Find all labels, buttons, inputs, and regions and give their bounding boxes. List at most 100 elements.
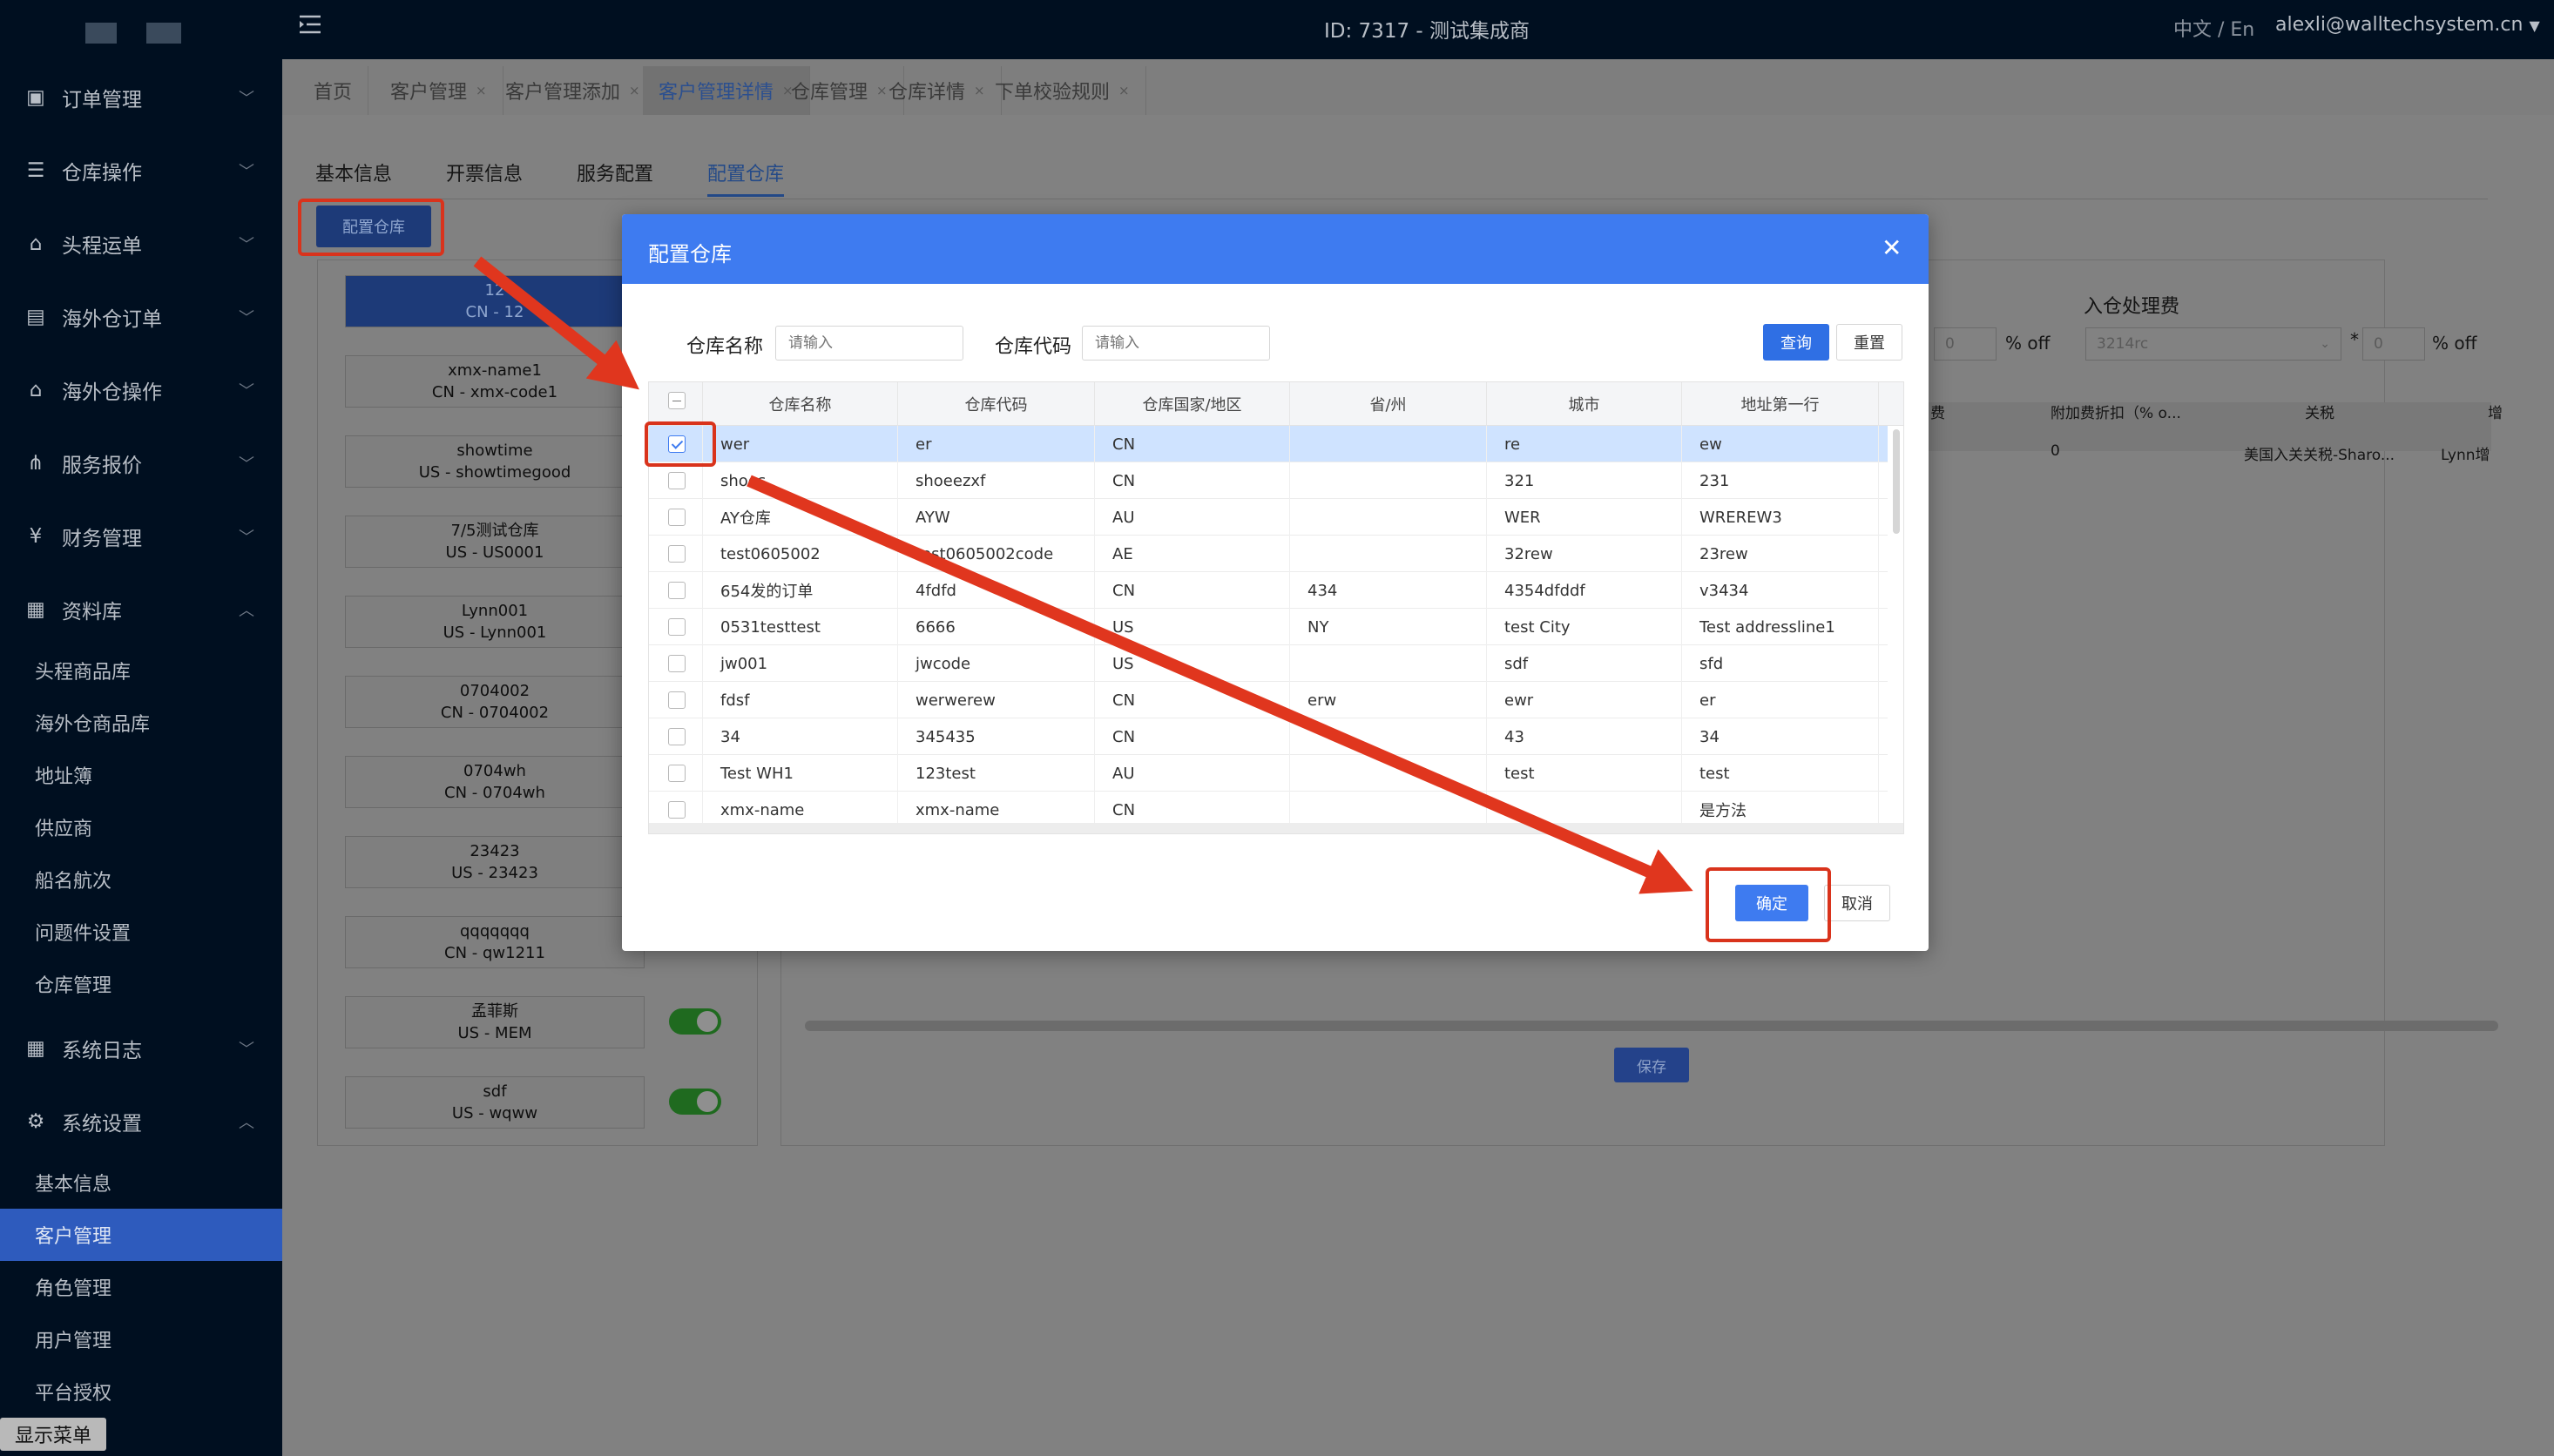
sidebar-item-5[interactable]: ⋔ 服务报价 ﹀ bbox=[0, 427, 282, 500]
table-row[interactable]: wer er CN re ew bbox=[649, 426, 1888, 462]
save-button[interactable]: 保存 bbox=[1614, 1048, 1689, 1082]
row-checkbox[interactable] bbox=[668, 472, 686, 489]
tab-1[interactable]: 客户管理 × bbox=[375, 66, 503, 115]
row-checkbox-cell bbox=[649, 755, 703, 792]
warehouse-card-code: CN - xmx-code1 bbox=[431, 383, 558, 401]
warehouse-card[interactable]: 0704002 CN - 0704002 bbox=[345, 676, 645, 728]
sidebar-subitem-settings-2[interactable]: 角色管理 bbox=[0, 1261, 282, 1313]
sidebar-item-0[interactable]: ▣ 订单管理 ﹀ bbox=[0, 61, 282, 134]
close-icon[interactable]: ✕ bbox=[1882, 233, 1902, 262]
menu-toggle-icon[interactable] bbox=[298, 14, 322, 35]
warehouse-card[interactable]: showtime US - showtimegood bbox=[345, 435, 645, 488]
chevron-down-icon: ﹀ bbox=[239, 1041, 254, 1059]
sidebar-item-label: 财务管理 bbox=[62, 528, 142, 550]
table-cell: AYW bbox=[898, 499, 1095, 536]
table-row[interactable]: Test WH1 123test AU test test bbox=[649, 755, 1888, 792]
row-checkbox[interactable] bbox=[668, 655, 686, 672]
fee-select[interactable]: 3214rc ⌄ bbox=[2085, 327, 2341, 361]
table-row[interactable]: AY仓库 AYW AU WER WREREW3 bbox=[649, 499, 1888, 536]
sidebar-subitem-resource-4[interactable]: 船名航次 bbox=[0, 853, 282, 906]
subtab-basic-info[interactable]: 基本信息 bbox=[315, 158, 392, 186]
sidebar-item-label: 资料库 bbox=[62, 601, 122, 624]
row-checkbox[interactable] bbox=[668, 618, 686, 636]
subtab-service[interactable]: 服务配置 bbox=[577, 158, 653, 186]
table-horizontal-scrollbar[interactable] bbox=[649, 823, 1903, 833]
user-menu[interactable]: alexli@walltechsystem.cn ▼ bbox=[2275, 14, 2540, 36]
sidebar-subitem-resource-5[interactable]: 问题件设置 bbox=[0, 906, 282, 958]
discount-input-1[interactable]: 0 bbox=[1934, 327, 1997, 361]
tab-0[interactable]: 首页 bbox=[298, 66, 369, 115]
table-row[interactable]: 654发的订单 4fdfd CN 434 4354dfddf v3434 bbox=[649, 572, 1888, 609]
row-checkbox[interactable] bbox=[668, 765, 686, 782]
sidebar-subitem-resource-3[interactable]: 供应商 bbox=[0, 801, 282, 853]
warehouse-card[interactable]: 7/5测试仓库 US - US0001 bbox=[345, 516, 645, 568]
warehouse-card[interactable]: xmx-name1 CN - xmx-code1 bbox=[345, 355, 645, 408]
tab-6[interactable]: 下单校验规则 × bbox=[979, 66, 1146, 115]
close-icon[interactable]: × bbox=[629, 83, 640, 98]
table-row[interactable]: jw001 jwcode US sdf sfd bbox=[649, 645, 1888, 682]
sidebar-subitem-resource-2[interactable]: 地址簿 bbox=[0, 749, 282, 801]
vertical-scrollbar[interactable] bbox=[1893, 429, 1900, 534]
home-icon: ⌂ bbox=[29, 379, 43, 401]
sidebar-item-system-log[interactable]: ▦ 系统日志 ﹀ bbox=[0, 1012, 282, 1085]
sidebar-item-6[interactable]: ¥ 财务管理 ﹀ bbox=[0, 500, 282, 573]
topbar: ID: 7317 - 测试集成商 中文 / En alexli@walltech… bbox=[282, 0, 2554, 59]
sidebar: ▣ 订单管理 ﹀ ☰ 仓库操作 ﹀ ⌂ 头程运单 ﹀ ▤ 海外仓订单 ﹀ ⌂ 海外仓操作 ﹀ ⋔ 服务报价 ﹀ ¥ 财… bbox=[0, 0, 282, 1456]
sidebar-subitem-settings-0[interactable]: 基本信息 bbox=[0, 1156, 282, 1209]
row-checkbox[interactable] bbox=[668, 691, 686, 709]
table-row[interactable]: test0605002 test0605002code AE 32rew 23rew bbox=[649, 536, 1888, 572]
sidebar-item-7[interactable]: ▦ 资料库 ︿ bbox=[0, 573, 282, 646]
table-row[interactable]: shoes shoeezxf CN 321 231 bbox=[649, 462, 1888, 499]
close-icon[interactable]: × bbox=[1118, 83, 1130, 98]
language-switch[interactable]: 中文 / En bbox=[2173, 14, 2254, 42]
warehouse-name-input[interactable] bbox=[775, 326, 963, 361]
subtab-invoice[interactable]: 开票信息 bbox=[446, 158, 523, 186]
enable-toggle[interactable] bbox=[669, 1089, 721, 1115]
sidebar-subitem-settings-1[interactable]: 客户管理 bbox=[0, 1209, 282, 1261]
row-checkbox[interactable] bbox=[668, 801, 686, 819]
warehouse-card[interactable]: 12 CN - 12 bbox=[345, 275, 645, 327]
warehouse-card[interactable]: Lynn001 US - Lynn001 bbox=[345, 596, 645, 648]
warehouse-card[interactable]: qqqqqqq CN - qw1211 bbox=[345, 916, 645, 968]
sidebar-item-4[interactable]: ⌂ 海外仓操作 ﹀ bbox=[0, 354, 282, 427]
horizontal-scrollbar[interactable] bbox=[805, 1021, 2498, 1031]
reset-button[interactable]: 重置 bbox=[1836, 324, 1902, 361]
warehouse-code-input[interactable] bbox=[1082, 326, 1270, 361]
row-checkbox-cell bbox=[649, 499, 703, 536]
query-button[interactable]: 查询 bbox=[1763, 324, 1829, 361]
sidebar-subitem-settings-4[interactable]: 平台授权 bbox=[0, 1365, 282, 1418]
warehouse-card[interactable]: 23423 US - 23423 bbox=[345, 836, 645, 888]
sidebar-subitem-resource-6[interactable]: 仓库管理 bbox=[0, 958, 282, 1010]
cancel-button[interactable]: 取消 bbox=[1824, 885, 1890, 921]
sidebar-item-system-settings[interactable]: ⚙ 系统设置 ︿ bbox=[0, 1085, 282, 1158]
discount-input-2[interactable]: 0 bbox=[2362, 327, 2425, 361]
sidebar-item-2[interactable]: ⌂ 头程运单 ﹀ bbox=[0, 207, 282, 280]
table-cell: 34 bbox=[1682, 718, 1879, 755]
chevron-down-icon: ﹀ bbox=[239, 163, 254, 181]
sidebar-subitem-resource-0[interactable]: 头程商品库 bbox=[0, 644, 282, 697]
tab-label: 首页 bbox=[314, 82, 353, 104]
row-checkbox[interactable] bbox=[668, 582, 686, 599]
warehouse-card[interactable]: 孟菲斯 US - MEM bbox=[345, 996, 645, 1048]
close-icon[interactable]: × bbox=[476, 83, 487, 98]
row-checkbox[interactable] bbox=[668, 728, 686, 745]
table-cell bbox=[1290, 536, 1487, 572]
sidebar-item-1[interactable]: ☰ 仓库操作 ﹀ bbox=[0, 134, 282, 207]
subtab-config-warehouse[interactable]: 配置仓库 bbox=[707, 158, 785, 197]
warehouse-card[interactable]: sdf US - wqww bbox=[345, 1076, 645, 1129]
sidebar-subitem-resource-1[interactable]: 海外仓商品库 bbox=[0, 697, 282, 749]
table-row[interactable]: 0531testtest 6666 US NY test City Test addres… bbox=[649, 609, 1888, 645]
row-checkbox[interactable] bbox=[668, 545, 686, 563]
select-all-checkbox[interactable] bbox=[668, 392, 686, 409]
tab-2[interactable]: 客户管理添加 × bbox=[490, 66, 657, 115]
enable-toggle[interactable] bbox=[669, 1008, 721, 1035]
table-row[interactable]: fdsf werwerew CN erw ewr er bbox=[649, 682, 1888, 718]
table-cell: 34 bbox=[703, 718, 898, 755]
table-header: 仓库名称 仓库代码 仓库国家/地区 省/州 城市 地址第一行 bbox=[649, 382, 1903, 426]
warehouse-card[interactable]: 0704wh CN - 0704wh bbox=[345, 756, 645, 808]
sidebar-item-3[interactable]: ▤ 海外仓订单 ﹀ bbox=[0, 280, 282, 354]
show-menu-button[interactable]: 显示菜单 bbox=[0, 1418, 106, 1451]
row-checkbox[interactable] bbox=[668, 509, 686, 526]
sidebar-subitem-settings-3[interactable]: 用户管理 bbox=[0, 1313, 282, 1365]
table-row[interactable]: 34 345435 CN 43 34 bbox=[649, 718, 1888, 755]
